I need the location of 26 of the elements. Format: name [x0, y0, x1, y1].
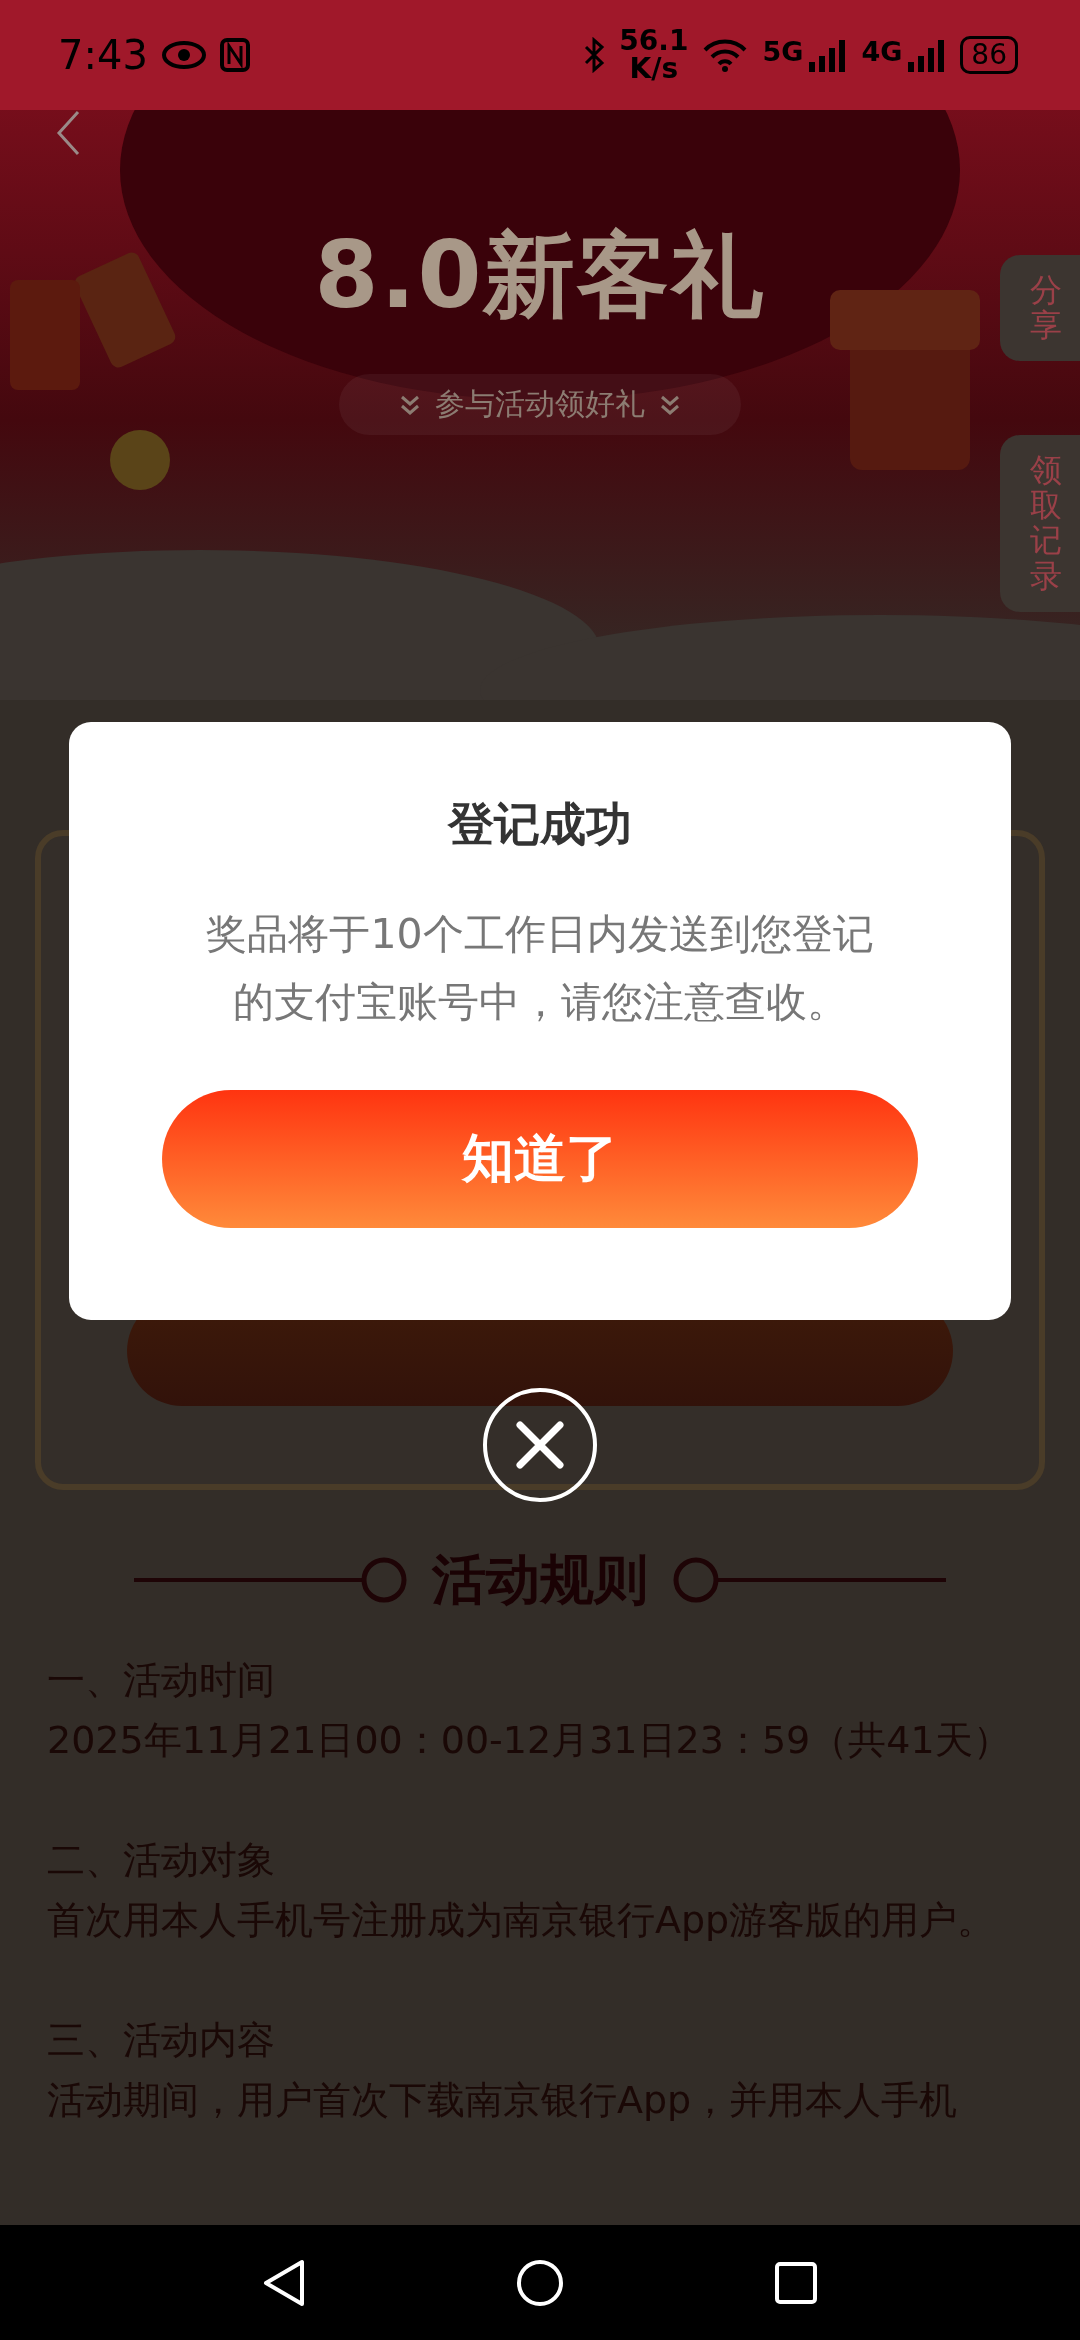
chevron-down-icon: [399, 393, 421, 416]
back-nav-icon[interactable]: [262, 2258, 306, 2307]
status-time: 7:43: [58, 32, 148, 78]
network-type-label: 4G: [861, 38, 903, 65]
home-nav-icon[interactable]: [516, 2258, 564, 2307]
wifi-icon: [702, 38, 749, 72]
signal-icon: [807, 38, 848, 72]
bluetooth-icon: [583, 37, 606, 73]
dialog-message: 奖品将于10个工作日内发送到您登记的支付宝账号中，请您注意查收。: [205, 909, 875, 1028]
network-speed: 56.1 K/s: [619, 27, 689, 83]
chevron-down-icon: [659, 393, 681, 416]
confirm-button[interactable]: 知道了: [162, 1090, 918, 1228]
close-icon: [515, 1420, 565, 1470]
subtitle-text: 参与活动领好礼: [435, 385, 645, 423]
signal-icon: [906, 38, 947, 72]
hero-title: 8.0新客礼: [314, 221, 766, 331]
network-type-label: 5G: [762, 38, 804, 65]
side-tab[interactable]: 领取记录: [1000, 435, 1080, 612]
battery-level: 86: [960, 36, 1018, 74]
eye-icon: [161, 40, 206, 70]
close-button[interactable]: [483, 1388, 597, 1502]
recents-nav-icon[interactable]: [774, 2260, 818, 2305]
dialog-title: 登记成功: [448, 796, 632, 853]
nfc-icon: [219, 38, 250, 72]
side-tab[interactable]: 分享: [1000, 255, 1080, 362]
back-icon[interactable]: [56, 110, 80, 156]
